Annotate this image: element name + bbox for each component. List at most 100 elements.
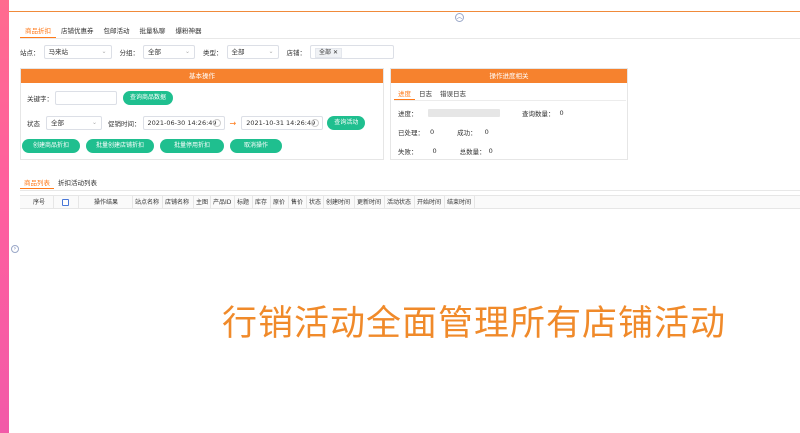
progress-tabs-divider [394, 100, 626, 101]
column-header: 结束时间 [447, 199, 472, 206]
type-select[interactable]: 全部 ⌄ [226, 45, 279, 59]
action-buttons-row: 创建商品折扣 批量创建店铺折扣 批量停用折扣 取消操作 [22, 139, 282, 153]
keyword-label: 关键字： [27, 95, 53, 103]
column-divider [78, 196, 79, 209]
success-value: 0 [484, 128, 489, 136]
status-label: 状态 [27, 120, 40, 128]
column-divider [252, 196, 253, 209]
processed-label: 已处理： [398, 129, 424, 137]
shop-select[interactable]: 全部 ✕ [310, 45, 394, 59]
column-divider [162, 196, 163, 209]
status-row: 状态 全部 ⌄ 促销时间： 2021-06-30 14:26:49 → 2021… [27, 116, 366, 130]
column-header: 更新时间 [357, 199, 382, 206]
basic-panel-title: 基本操作 [21, 69, 383, 83]
chevron-down-icon: ⌄ [101, 48, 107, 55]
status-select[interactable]: 全部 ⌄ [46, 116, 102, 130]
column-header: 活动状态 [387, 199, 412, 206]
tab-product-list[interactable]: 商品列表 [20, 178, 54, 189]
group-select[interactable]: 全部 ⌄ [143, 45, 195, 59]
cancel-operation-button[interactable]: 取消操作 [230, 139, 282, 153]
tab-shop-coupon[interactable]: 店铺优惠券 [56, 26, 99, 38]
promo-banner-text: 行销活动全面管理所有店铺活动 [222, 304, 727, 344]
list-tabs-divider [20, 190, 800, 191]
failed-row: 失败： 0 总数量： 0 [398, 146, 493, 156]
column-header: 创建时间 [326, 199, 351, 206]
promo-time-label: 促销时间： [108, 120, 141, 128]
product-table-header: 序号 操作结果 站点名称 店铺名称 主图 产品ID 标题 库存 原价 售价 状态… [20, 195, 800, 209]
bulk-disable-discount-button[interactable]: 批量停用折扣 [160, 139, 224, 153]
column-header: 标题 [237, 199, 250, 206]
tab-error-log[interactable]: 错误日志 [436, 89, 470, 100]
end-time-input[interactable]: 2021-10-31 14:26:49 [241, 116, 324, 130]
column-header: 店铺名称 [165, 199, 190, 206]
column-header: 序号 [33, 199, 46, 206]
close-icon[interactable]: ✕ [333, 49, 338, 56]
chevron-right-icon[interactable]: › [11, 245, 19, 253]
group-select-value: 全部 [148, 48, 161, 56]
list-tabs: 商品列表 折扣活动列表 [20, 178, 101, 190]
range-separator: → [229, 118, 237, 128]
shop-tag: 全部 ✕ [315, 48, 342, 58]
type-label: 类型： [203, 49, 223, 57]
keyword-input[interactable] [55, 91, 117, 105]
column-divider [270, 196, 271, 209]
failed-label: 失败： [398, 148, 418, 156]
column-header: 库存 [255, 199, 268, 206]
create-discount-button[interactable]: 创建商品折扣 [22, 139, 80, 153]
column-header: 售价 [291, 199, 304, 206]
column-divider [414, 196, 415, 209]
query-activity-button[interactable]: 查询活动 [327, 116, 366, 130]
start-time-input[interactable]: 2021-06-30 14:26:49 [142, 116, 225, 130]
filter-row: 站点： 马来站 ⌄ 分组： 全部 ⌄ 类型： 全部 ⌄ 店铺： 全部 ✕ [20, 44, 394, 60]
column-divider [306, 196, 307, 209]
chevron-down-icon: ⌄ [184, 48, 190, 55]
column-header: 状态 [309, 199, 322, 206]
group-label: 分组： [119, 49, 140, 57]
site-select[interactable]: 马来站 ⌄ [43, 45, 112, 59]
end-time-value: 2021-10-31 14:26:49 [246, 119, 316, 127]
tab-discount-activity-list[interactable]: 折扣活动列表 [54, 178, 101, 189]
select-all-checkbox[interactable] [62, 199, 69, 206]
column-header: 主图 [196, 199, 209, 206]
tab-progress[interactable]: 进度 [394, 89, 415, 100]
progress-tabs: 进度 日志 错误日志 [394, 89, 470, 100]
site-label: 站点： [20, 49, 40, 57]
start-time-value: 2021-06-30 14:26:49 [147, 119, 217, 127]
query-count-label: 查询数量： [522, 110, 555, 118]
progress-label: 进度： [398, 110, 418, 118]
column-divider [384, 196, 385, 209]
query-products-button[interactable]: 查询商品数据 [123, 91, 174, 105]
total-value: 0 [488, 147, 493, 155]
shop-tag-label: 全部 [319, 49, 332, 56]
chevron-down-icon: ⌄ [268, 48, 274, 55]
tab-follower-tool[interactable]: 爆粉神器 [171, 26, 207, 38]
type-select-value: 全部 [231, 48, 245, 56]
tab-log[interactable]: 日志 [415, 89, 436, 100]
tab-free-shipping[interactable]: 包邮活动 [99, 26, 135, 38]
query-count-row: 查询数量： 0 [522, 108, 564, 118]
status-select-value: 全部 [51, 119, 64, 127]
progress-row: 进度： [398, 108, 418, 118]
column-header: 原价 [273, 199, 286, 206]
column-divider [210, 196, 211, 209]
total-label: 总数量： [459, 148, 486, 156]
processed-value: 0 [430, 128, 435, 136]
clock-icon [311, 119, 320, 127]
tab-bulk-chat[interactable]: 批量私聊 [135, 26, 171, 38]
column-divider [354, 196, 355, 209]
chevron-up-icon[interactable]: ︿ [455, 13, 464, 22]
shop-label: 店铺： [286, 49, 307, 57]
site-select-value: 马来站 [48, 48, 69, 56]
column-header: 站点名称 [135, 199, 160, 206]
column-divider [323, 196, 324, 209]
left-accent-strip [0, 0, 9, 433]
bulk-create-shop-discount-button[interactable]: 批量创建店铺折扣 [86, 139, 154, 153]
top-divider [9, 11, 800, 12]
column-header: 产品ID [213, 199, 232, 206]
keyword-row: 关键字： 查询商品数据 [27, 91, 174, 105]
column-divider [474, 196, 475, 209]
tab-product-discount[interactable]: 商品折扣 [20, 26, 56, 38]
chevron-down-icon: ⌄ [91, 119, 97, 126]
clock-icon [212, 119, 221, 127]
failed-value: 0 [432, 147, 437, 155]
